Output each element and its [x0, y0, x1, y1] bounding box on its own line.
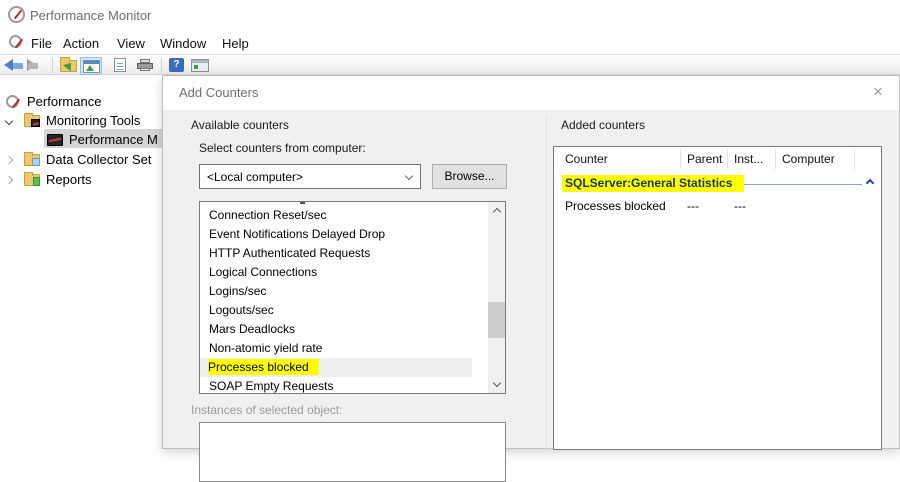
scroll-down-icon[interactable] [488, 376, 505, 393]
partial-item-above [300, 202, 305, 204]
list-item[interactable]: Event Notifications Delayed Drop [200, 225, 472, 244]
list-item[interactable]: Connection Reset/sec [200, 206, 472, 225]
folder-up-icon[interactable] [60, 57, 77, 72]
col-parent[interactable]: Parent [687, 152, 722, 166]
instances-list[interactable] [199, 422, 506, 482]
menu-window[interactable]: Window [160, 36, 206, 51]
col-computer[interactable]: Computer [782, 152, 835, 166]
header-separator [775, 149, 776, 169]
header-separator [680, 149, 681, 169]
group-name-highlighted: SQLServer:General Statistics [562, 175, 745, 192]
print-icon[interactable] [137, 59, 153, 71]
report-view-icon[interactable] [114, 58, 126, 72]
back-icon[interactable] [4, 59, 24, 72]
tree-item-label: Monitoring Tools [46, 113, 141, 128]
data-collector-folder-icon [24, 151, 40, 166]
header-separator [727, 149, 728, 169]
tree-item-label: Data Collector Set [46, 152, 152, 167]
added-counters-label: Added counters [561, 118, 646, 132]
monitoring-tools-folder-icon [24, 112, 40, 127]
app-icon [8, 6, 25, 23]
select-computer-label: Select counters from computer: [199, 141, 366, 155]
list-item[interactable]: Mars Deadlocks [200, 320, 472, 339]
menu-file[interactable]: File [31, 36, 52, 51]
performance-view-button[interactable] [80, 57, 102, 75]
list-item[interactable]: SOAP Empty Requests [200, 377, 472, 393]
chevron-right-icon[interactable] [4, 155, 14, 164]
tree-item-label: Reports [46, 172, 92, 187]
app-icon-small [9, 35, 22, 48]
close-icon[interactable]: × [867, 81, 889, 103]
console-window-icon[interactable] [191, 59, 209, 72]
reports-folder-icon [24, 171, 40, 186]
tree-item-label: Performance [27, 94, 102, 109]
performance-root-icon [6, 95, 19, 108]
added-counters-list[interactable]: Counter Parent Inst... Computer SQLServe… [553, 146, 882, 450]
tree-item-monitoring-tools[interactable]: Monitoring Tools [4, 111, 141, 130]
tree-item-performance[interactable]: Performance [6, 92, 101, 111]
menu-action[interactable]: Action [63, 36, 99, 51]
table-row[interactable]: Processes blocked --- --- [554, 197, 881, 217]
instances-label: Instances of selected object: [191, 403, 343, 417]
performance-monitor-icon [47, 133, 63, 146]
cell-parent: --- [687, 199, 699, 213]
list-item[interactable]: Logins/sec [200, 282, 472, 301]
col-counter[interactable]: Counter [565, 152, 608, 166]
cell-counter: Processes blocked [565, 199, 666, 213]
list-item[interactable]: Non-atomic yield rate [200, 339, 472, 358]
dialog-title: Add Counters [179, 85, 259, 100]
chevron-right-icon[interactable] [4, 175, 14, 184]
counter-group-row[interactable]: SQLServer:General Statistics [554, 173, 881, 195]
forward-icon[interactable] [27, 59, 47, 72]
window-title: Performance Monitor [30, 8, 152, 23]
toolbar: ? [0, 56, 900, 75]
available-counters-list[interactable]: Connection Reset/sec Event Notifications… [199, 201, 506, 394]
cell-instance: --- [734, 199, 746, 213]
scrollbar-thumb[interactable] [488, 302, 505, 338]
list-item[interactable]: HTTP Authenticated Requests [200, 244, 472, 263]
highlighted-counter: Processes blocked [208, 359, 319, 375]
list-item[interactable]: Logouts/sec [200, 301, 472, 320]
scrollbar[interactable] [488, 202, 505, 393]
chevron-down-icon [404, 171, 414, 181]
toolbar-separator [161, 58, 162, 73]
list-item-selected[interactable]: Processes blocked [200, 358, 472, 377]
tree-item-performance-monitor[interactable]: Performance M [47, 130, 158, 149]
group-rule-line [744, 184, 862, 185]
menu-bar: File Action View Window Help [0, 31, 900, 55]
help-icon[interactable]: ? [169, 58, 184, 72]
dialog-titlebar: Add Counters × [163, 76, 899, 110]
table-header: Counter Parent Inst... Computer [554, 147, 881, 171]
tree-item-data-collector-sets[interactable]: Data Collector Set [4, 150, 152, 169]
pane-divider [546, 116, 547, 449]
available-counters-label: Available counters [191, 118, 289, 132]
performance-view-icon [83, 60, 100, 73]
tree-item-label: Performance M [69, 132, 158, 147]
tree-item-reports[interactable]: Reports [4, 170, 92, 189]
add-counters-dialog: Add Counters × Available counters Select… [162, 75, 900, 482]
menu-view[interactable]: View [117, 36, 145, 51]
menu-help[interactable]: Help [222, 36, 249, 51]
computer-select[interactable]: <Local computer> [199, 164, 421, 189]
chevron-down-icon[interactable] [4, 116, 14, 125]
scroll-up-icon[interactable] [488, 202, 505, 219]
collapse-chevron-icon[interactable] [865, 178, 875, 188]
col-instance[interactable]: Inst... [734, 152, 763, 166]
header-separator [854, 149, 855, 169]
browse-button[interactable]: Browse... [432, 164, 507, 189]
list-item[interactable]: Logical Connections [200, 263, 472, 282]
window-titlebar: Performance Monitor [0, 0, 900, 30]
toolbar-separator [52, 58, 53, 73]
computer-select-value: <Local computer> [207, 170, 304, 184]
